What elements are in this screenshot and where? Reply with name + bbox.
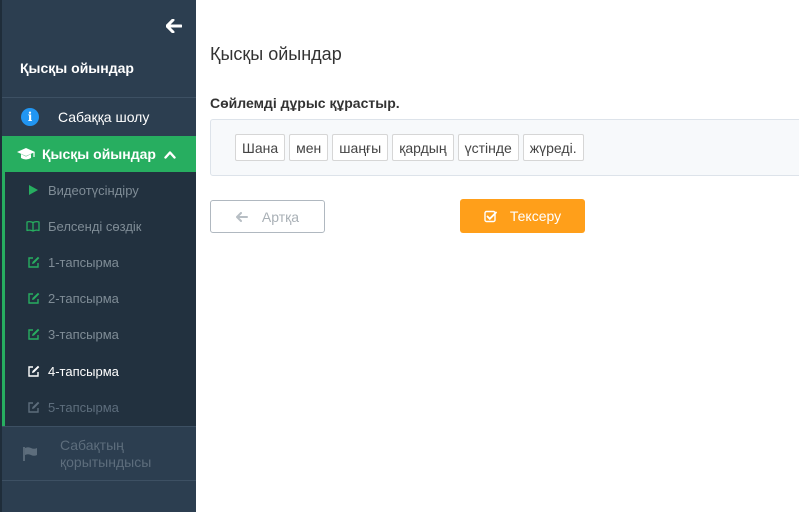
- sidebar-item-summary[interactable]: Сабақтың қорытындысы: [2, 426, 196, 482]
- sidebar-title: Қысқы ойындар: [20, 60, 134, 76]
- divider: [2, 480, 196, 481]
- sidebar-item-vocabulary[interactable]: Белсенді сөздік: [5, 208, 196, 244]
- sidebar-item-label: 5-тапсырма: [48, 399, 119, 415]
- flag-icon: [22, 446, 38, 462]
- sidebar-item-task-5[interactable]: 5-тапсырма: [5, 389, 196, 425]
- book-icon: [26, 219, 40, 233]
- sidebar-item-label: Қысқы ойындар: [42, 146, 156, 162]
- arrow-left-icon: [235, 211, 250, 223]
- collapse-sidebar-button[interactable]: [164, 16, 184, 36]
- sidebar-item-label: 1-тапсырма: [48, 254, 119, 270]
- edit-icon: [26, 400, 40, 414]
- sidebar-item-task-2[interactable]: 2-тапсырма: [5, 280, 196, 316]
- word-tile[interactable]: жүреді.: [522, 134, 584, 161]
- sidebar-item-label: Сабаққа шолу: [58, 109, 150, 125]
- info-icon: i: [21, 108, 39, 126]
- word-arrangement-area: Шана мен шаңғы қардың үстінде жүреді.: [210, 119, 799, 176]
- sidebar-item-video[interactable]: Видеотүсіндіру: [5, 172, 196, 208]
- word-tile[interactable]: қардың: [392, 134, 454, 161]
- edit-icon: [26, 364, 40, 378]
- check-button-label: Тексеру: [509, 208, 562, 224]
- edit-icon: [26, 291, 40, 305]
- word-tile[interactable]: Шана: [235, 134, 286, 161]
- arrow-left-icon: [166, 19, 182, 33]
- word-tile[interactable]: шаңғы: [332, 134, 389, 161]
- sidebar-item-label: Белсенді сөздік: [48, 218, 142, 234]
- word-tile[interactable]: мен: [289, 134, 329, 161]
- word-tile[interactable]: үстінде: [457, 134, 519, 161]
- check-square-icon: [484, 209, 498, 223]
- check-button[interactable]: Тексеру: [460, 199, 585, 233]
- main-content: Қысқы ойындар Сөйлемді дұрыс құрастыр. Ш…: [196, 0, 799, 512]
- sidebar-item-label: 2-тапсырма: [48, 290, 119, 306]
- sidebar-item-label: Видеотүсіндіру: [48, 182, 139, 198]
- sidebar-item-winter-games[interactable]: Қысқы ойындар: [2, 136, 196, 172]
- sidebar-item-label: 3-тапсырма: [48, 326, 119, 342]
- sidebar-item-task-3[interactable]: 3-тапсырма: [5, 316, 196, 352]
- divider: [2, 97, 196, 98]
- sidebar-item-label: Сабақтың қорытындысы: [60, 437, 152, 470]
- word-list: Шана мен шаңғы қардың үстінде жүреді.: [235, 134, 588, 161]
- task-instruction: Сөйлемді дұрыс құрастыр.: [210, 95, 400, 111]
- edit-icon: [26, 255, 40, 269]
- page-title: Қысқы ойындар: [210, 44, 342, 64]
- sidebar-item-label: 4-тапсырма: [48, 363, 119, 379]
- back-button[interactable]: Артқа: [210, 200, 325, 233]
- submenu: Видеотүсіндіру Белсенді сөздік 1-тапсырм…: [2, 172, 196, 426]
- play-icon: [26, 183, 40, 197]
- sidebar-item-overview[interactable]: i Сабаққа шолу: [2, 99, 196, 135]
- chevron-up-icon: [164, 147, 178, 161]
- edit-icon: [26, 327, 40, 341]
- back-button-label: Артқа: [261, 208, 300, 225]
- sidebar-item-task-1[interactable]: 1-тапсырма: [5, 244, 196, 280]
- sidebar-item-task-4[interactable]: 4-тапсырма: [5, 353, 196, 389]
- sidebar: Қысқы ойындар i Сабаққа шолу Қысқы ойынд…: [0, 0, 196, 512]
- graduation-cap-icon: [16, 146, 36, 162]
